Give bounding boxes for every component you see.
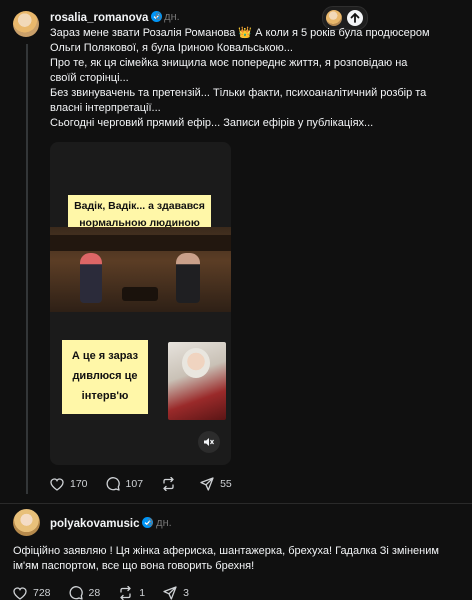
post-polyakova: polyakovamusic 3 дн. Офіційно заявляю ! … [0, 504, 472, 600]
inset-photo [168, 342, 226, 420]
text-line: Зараз мене звати Розалія Романова 👑 А ко… [50, 27, 430, 39]
username-text[interactable]: polyakovamusic [50, 518, 139, 530]
text-line: власні інтерпретації... [50, 102, 161, 114]
person-left [80, 253, 102, 303]
repost-count: 1 [139, 587, 146, 599]
text-line: Ольги Полякової, я була Іриною Ковальськ… [50, 42, 293, 54]
studio-shelf [50, 235, 231, 251]
heart-icon [50, 477, 64, 491]
caption-line: інтерв'ю [81, 390, 129, 402]
post-actions: 170 107 55 [50, 477, 250, 491]
text-line: Офіційно заявляю ! Ця жінка афериска, ша… [13, 545, 439, 557]
text-line: Сьогодні черговий прямий ефір... Записи … [50, 117, 374, 129]
like-count: 728 [33, 587, 51, 599]
share-count: 55 [220, 478, 232, 490]
username-text[interactable]: rosalia_romanova [50, 12, 148, 24]
comment-button[interactable]: 107 [106, 477, 144, 491]
share-count: 3 [183, 587, 189, 599]
speaker-muted-icon[interactable] [198, 431, 220, 453]
share-button[interactable]: 55 [200, 477, 232, 491]
caption-line: Вадік, Вадік... а здавався [74, 200, 205, 212]
text-line: своїй сторінці... [50, 72, 129, 84]
comment-count: 28 [88, 587, 101, 599]
post-username[interactable]: rosalia_romanova [50, 11, 163, 24]
post-text: Офіційно заявляю ! Ця жінка афериска, ша… [13, 544, 468, 574]
repost-button[interactable]: 1 [118, 586, 145, 600]
studio-scene [50, 227, 231, 312]
like-count: 170 [70, 478, 88, 490]
share-button[interactable]: 3 [163, 586, 189, 600]
caption-line: А це я зараз [71, 350, 139, 362]
table [122, 287, 158, 301]
post-actions: 728 28 1 3 [13, 586, 207, 600]
send-icon [163, 586, 177, 600]
comment-count: 107 [125, 478, 144, 490]
avatar[interactable] [13, 11, 39, 37]
caption-line: дивлюся це [72, 370, 138, 382]
photo-face [182, 348, 210, 378]
thread-line [26, 44, 28, 494]
caption-bottom: А це я зараз дивлюся це інтерв'ю [62, 340, 148, 414]
heart-icon [13, 586, 27, 600]
post-rosalia: rosalia_romanova 6 дн. Зараз мене звати … [0, 0, 472, 510]
avatar[interactable] [13, 509, 40, 536]
text-line: Без звинувачень та претензій... Тільки ф… [50, 87, 427, 99]
like-button[interactable]: 170 [50, 477, 88, 491]
comment-button[interactable]: 28 [69, 586, 101, 600]
send-icon [200, 477, 214, 491]
comment-icon [69, 586, 83, 600]
post-time[interactable]: 3 дн. [147, 517, 172, 529]
repost-button[interactable] [161, 477, 182, 491]
video-media[interactable]: Вадік, Вадік... а здавався нормальною лю… [50, 142, 231, 465]
repost-icon [163, 477, 174, 491]
text-line: Про те, як ця сімейка знищила моє попере… [50, 57, 408, 69]
text-line: ім'ям паспортом, все що вона говорить бр… [13, 560, 255, 572]
person-right [176, 253, 200, 303]
like-button[interactable]: 728 [13, 586, 51, 600]
comment-icon [106, 477, 120, 491]
post-text: Зараз мене звати Розалія Романова 👑 А ко… [50, 26, 465, 131]
repost-icon [120, 586, 131, 600]
post-username[interactable]: polyakovamusic [50, 517, 154, 530]
post-time[interactable]: 6 дн. [155, 11, 180, 23]
